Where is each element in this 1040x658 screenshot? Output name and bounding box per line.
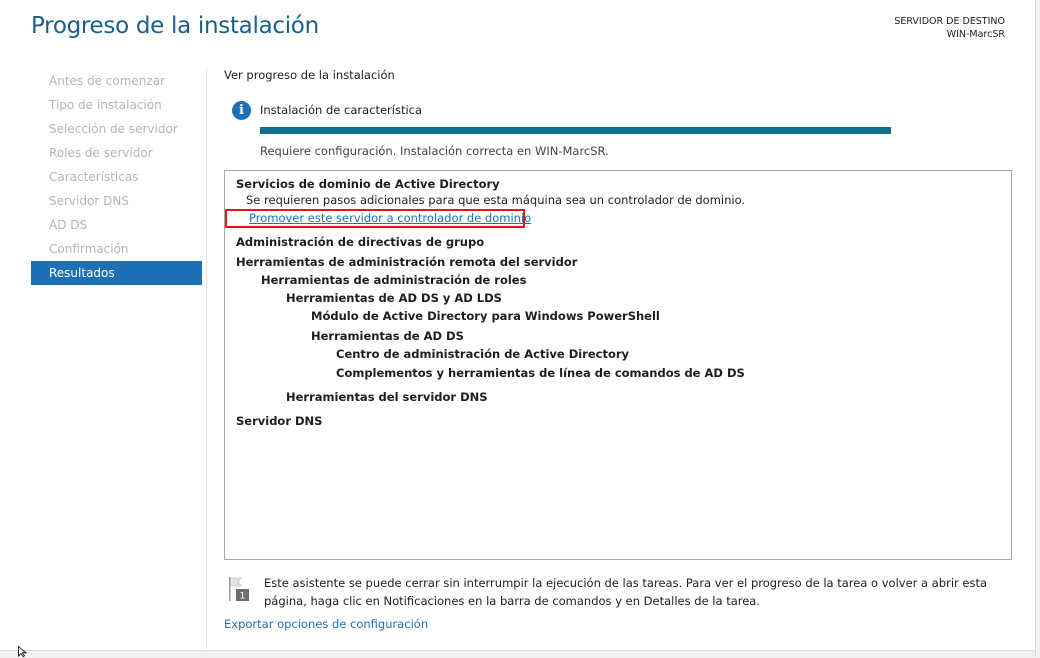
nav-item-ad-ds[interactable]: AD DS [31,213,202,237]
nav-item-antes-de-comenzar[interactable]: Antes de comenzar [31,69,202,93]
wizard-nav: Antes de comenzar Tipo de instalación Se… [31,69,202,285]
page-title: Progreso de la instalación [31,13,319,39]
result-item: Servidor DNS [236,414,323,428]
section-title: Ver progreso de la instalación [224,68,395,82]
nav-divider [206,69,207,649]
destination-label: SERVIDOR DE DESTINO [894,16,1005,27]
results-panel: Servicios de dominio de Active Directory… [224,170,1012,560]
result-item: Herramientas de AD DS [311,329,464,343]
progress-bar [260,127,891,134]
nav-item-seleccion-de-servidor[interactable]: Selección de servidor [31,117,202,141]
nav-item-servidor-dns[interactable]: Servidor DNS [31,189,202,213]
result-item: Administración de directivas de grupo [236,235,485,249]
destination-server: SERVIDOR DE DESTINO WIN-MarcSR [894,15,1005,41]
result-item: Herramientas de administración remota de… [236,255,578,269]
result-ad-ds-note: Se requieren pasos adicionales para que … [246,193,746,207]
flag-icon: 1 [229,577,249,602]
progress-bar-fill [260,127,891,134]
result-ad-ds-title: Servicios de dominio de Active Directory [236,177,500,191]
status-message: Requiere configuración. Instalación corr… [260,144,609,158]
window-edge [1035,0,1040,657]
nav-item-roles-de-servidor[interactable]: Roles de servidor [31,141,202,165]
result-item: Complementos y herramientas de línea de … [336,366,745,380]
nav-item-caracteristicas[interactable]: Características [31,165,202,189]
nav-item-resultados[interactable]: Resultados [31,261,202,285]
nav-item-tipo-de-instalacion[interactable]: Tipo de instalación [31,93,202,117]
notification-badge: 1 [240,592,246,602]
destination-server-name: WIN-MarcSR [946,29,1005,40]
nav-item-confirmacion[interactable]: Confirmación [31,237,202,261]
status-title: Instalación de característica [260,103,423,117]
info-icon: i [232,101,251,120]
result-item: Centro de administración de Active Direc… [336,347,630,361]
result-item: Herramientas del servidor DNS [286,390,488,404]
export-config-link[interactable]: Exportar opciones de configuración [224,617,428,631]
result-item: Herramientas de administración de roles [261,273,527,287]
result-item: Módulo de Active Directory para Windows … [311,309,660,323]
info-note: Este asistente se puede cerrar sin inter… [264,576,988,608]
result-item: Herramientas de AD DS y AD LDS [286,291,502,305]
promote-dc-link[interactable]: Promover este servidor a controlador de … [249,211,531,225]
mouse-cursor-icon [18,646,28,657]
